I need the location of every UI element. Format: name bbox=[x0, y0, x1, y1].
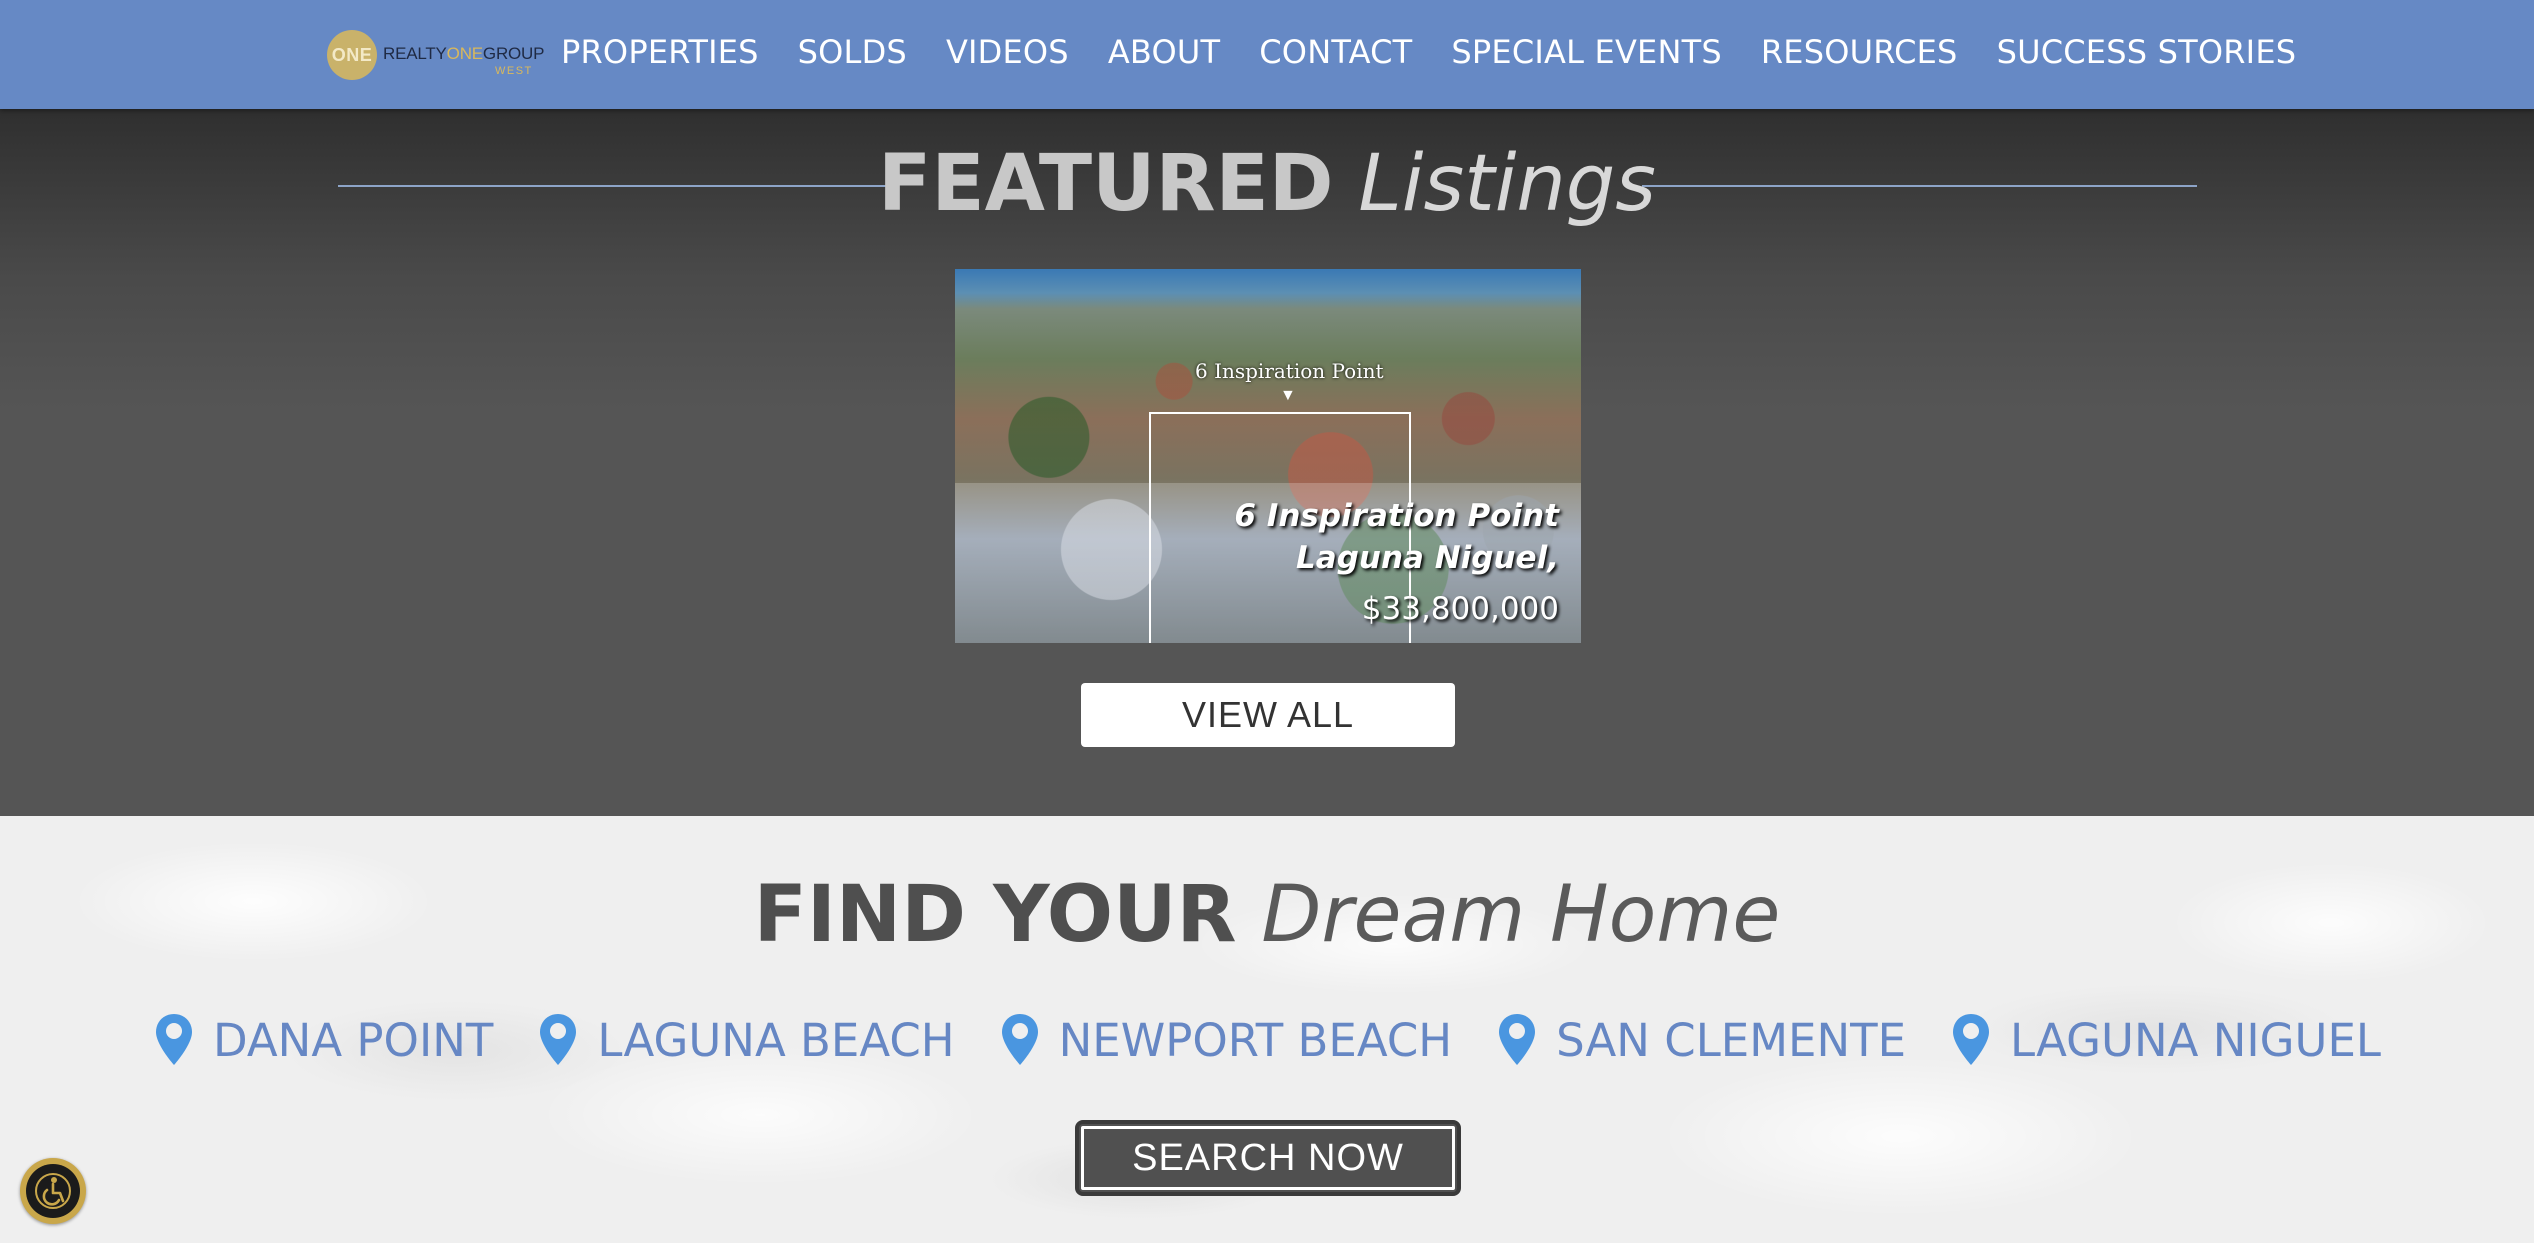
top-navigation-bar: ONE REALTYONEGROUP WEST PROPERTIES SOLDS… bbox=[0, 0, 2534, 109]
nav-item-about[interactable]: ABOUT bbox=[1108, 33, 1220, 71]
city-label: DANA POINT bbox=[213, 1013, 494, 1067]
city-link-laguna-niguel[interactable]: LAGUNA NIGUEL bbox=[1950, 1012, 2381, 1068]
nav-item-contact[interactable]: CONTACT bbox=[1259, 33, 1412, 71]
map-pin-icon bbox=[156, 1014, 193, 1065]
listing-price: $33,800,000 bbox=[1361, 591, 1559, 627]
nav-item-videos[interactable]: VIDEOS bbox=[946, 33, 1069, 71]
featured-listings-title: FEATURED Listings bbox=[878, 139, 1656, 229]
nav-item-special-events[interactable]: SPECIAL EVENTS bbox=[1451, 33, 1721, 71]
nav-item-success-stories[interactable]: SUCCESS STORIES bbox=[1997, 33, 2297, 71]
down-arrow-icon: ▼ bbox=[1280, 387, 1296, 404]
listing-card[interactable]: 6 Inspiration Point ▼ 6 Inspiration Poin… bbox=[955, 269, 1581, 643]
city-link-laguna-beach[interactable]: LAGUNA BEACH bbox=[537, 1012, 955, 1068]
city-label: LAGUNA BEACH bbox=[597, 1013, 955, 1067]
city-label: LAGUNA NIGUEL bbox=[2010, 1013, 2381, 1067]
realty-one-group-logo[interactable]: ONE REALTYONEGROUP WEST bbox=[327, 28, 544, 80]
map-pin-icon bbox=[1499, 1014, 1536, 1065]
photo-annotation: 6 Inspiration Point bbox=[1195, 359, 1384, 383]
nav-item-resources[interactable]: RESOURCES bbox=[1761, 33, 1958, 71]
city-link-newport-beach[interactable]: NEWPORT BEACH bbox=[999, 1012, 1453, 1068]
city-label: NEWPORT BEACH bbox=[1058, 1013, 1453, 1067]
search-now-button[interactable]: SEARCH NOW bbox=[1075, 1120, 1461, 1196]
map-pin-icon bbox=[1953, 1014, 1990, 1065]
dream-home-title: FIND YOUR Dream Home bbox=[753, 870, 1781, 960]
map-pin-icon bbox=[540, 1014, 577, 1065]
map-pin-icon bbox=[1001, 1014, 1038, 1065]
main-menu: PROPERTIES SOLDS VIDEOS ABOUT CONTACT SP… bbox=[561, 0, 2335, 104]
accessibility-icon bbox=[26, 1164, 80, 1218]
view-all-button[interactable]: VIEW ALL bbox=[1081, 683, 1455, 747]
nav-item-properties[interactable]: PROPERTIES bbox=[561, 33, 759, 71]
logo-subtitle: WEST bbox=[495, 65, 533, 77]
listing-address-line2: Laguna Niguel, bbox=[1296, 540, 1559, 576]
listing-address-line1: 6 Inspiration Point bbox=[1234, 498, 1559, 534]
accessibility-button[interactable] bbox=[20, 1158, 86, 1224]
featured-listings-section: FEATURED Listings 6 Inspiration Point ▼ … bbox=[0, 109, 2534, 816]
city-link-dana-point[interactable]: DANA POINT bbox=[153, 1012, 493, 1068]
city-links: DANA POINT LAGUNA BEACH NEWPORT BEACH SA… bbox=[0, 1012, 2534, 1068]
city-link-san-clemente[interactable]: SAN CLEMENTE bbox=[1496, 1012, 1906, 1068]
logo-wordmark: REALTYONEGROUP bbox=[383, 44, 545, 63]
city-label: SAN CLEMENTE bbox=[1556, 1013, 1907, 1067]
listing-address: 6 Inspiration Point Laguna Niguel, bbox=[1234, 495, 1559, 579]
logo-mark: ONE bbox=[327, 30, 377, 80]
nav-item-solds[interactable]: SOLDS bbox=[798, 33, 907, 71]
find-dream-home-section: FIND YOUR Dream Home DANA POINT LAGUNA B… bbox=[0, 816, 2534, 1243]
